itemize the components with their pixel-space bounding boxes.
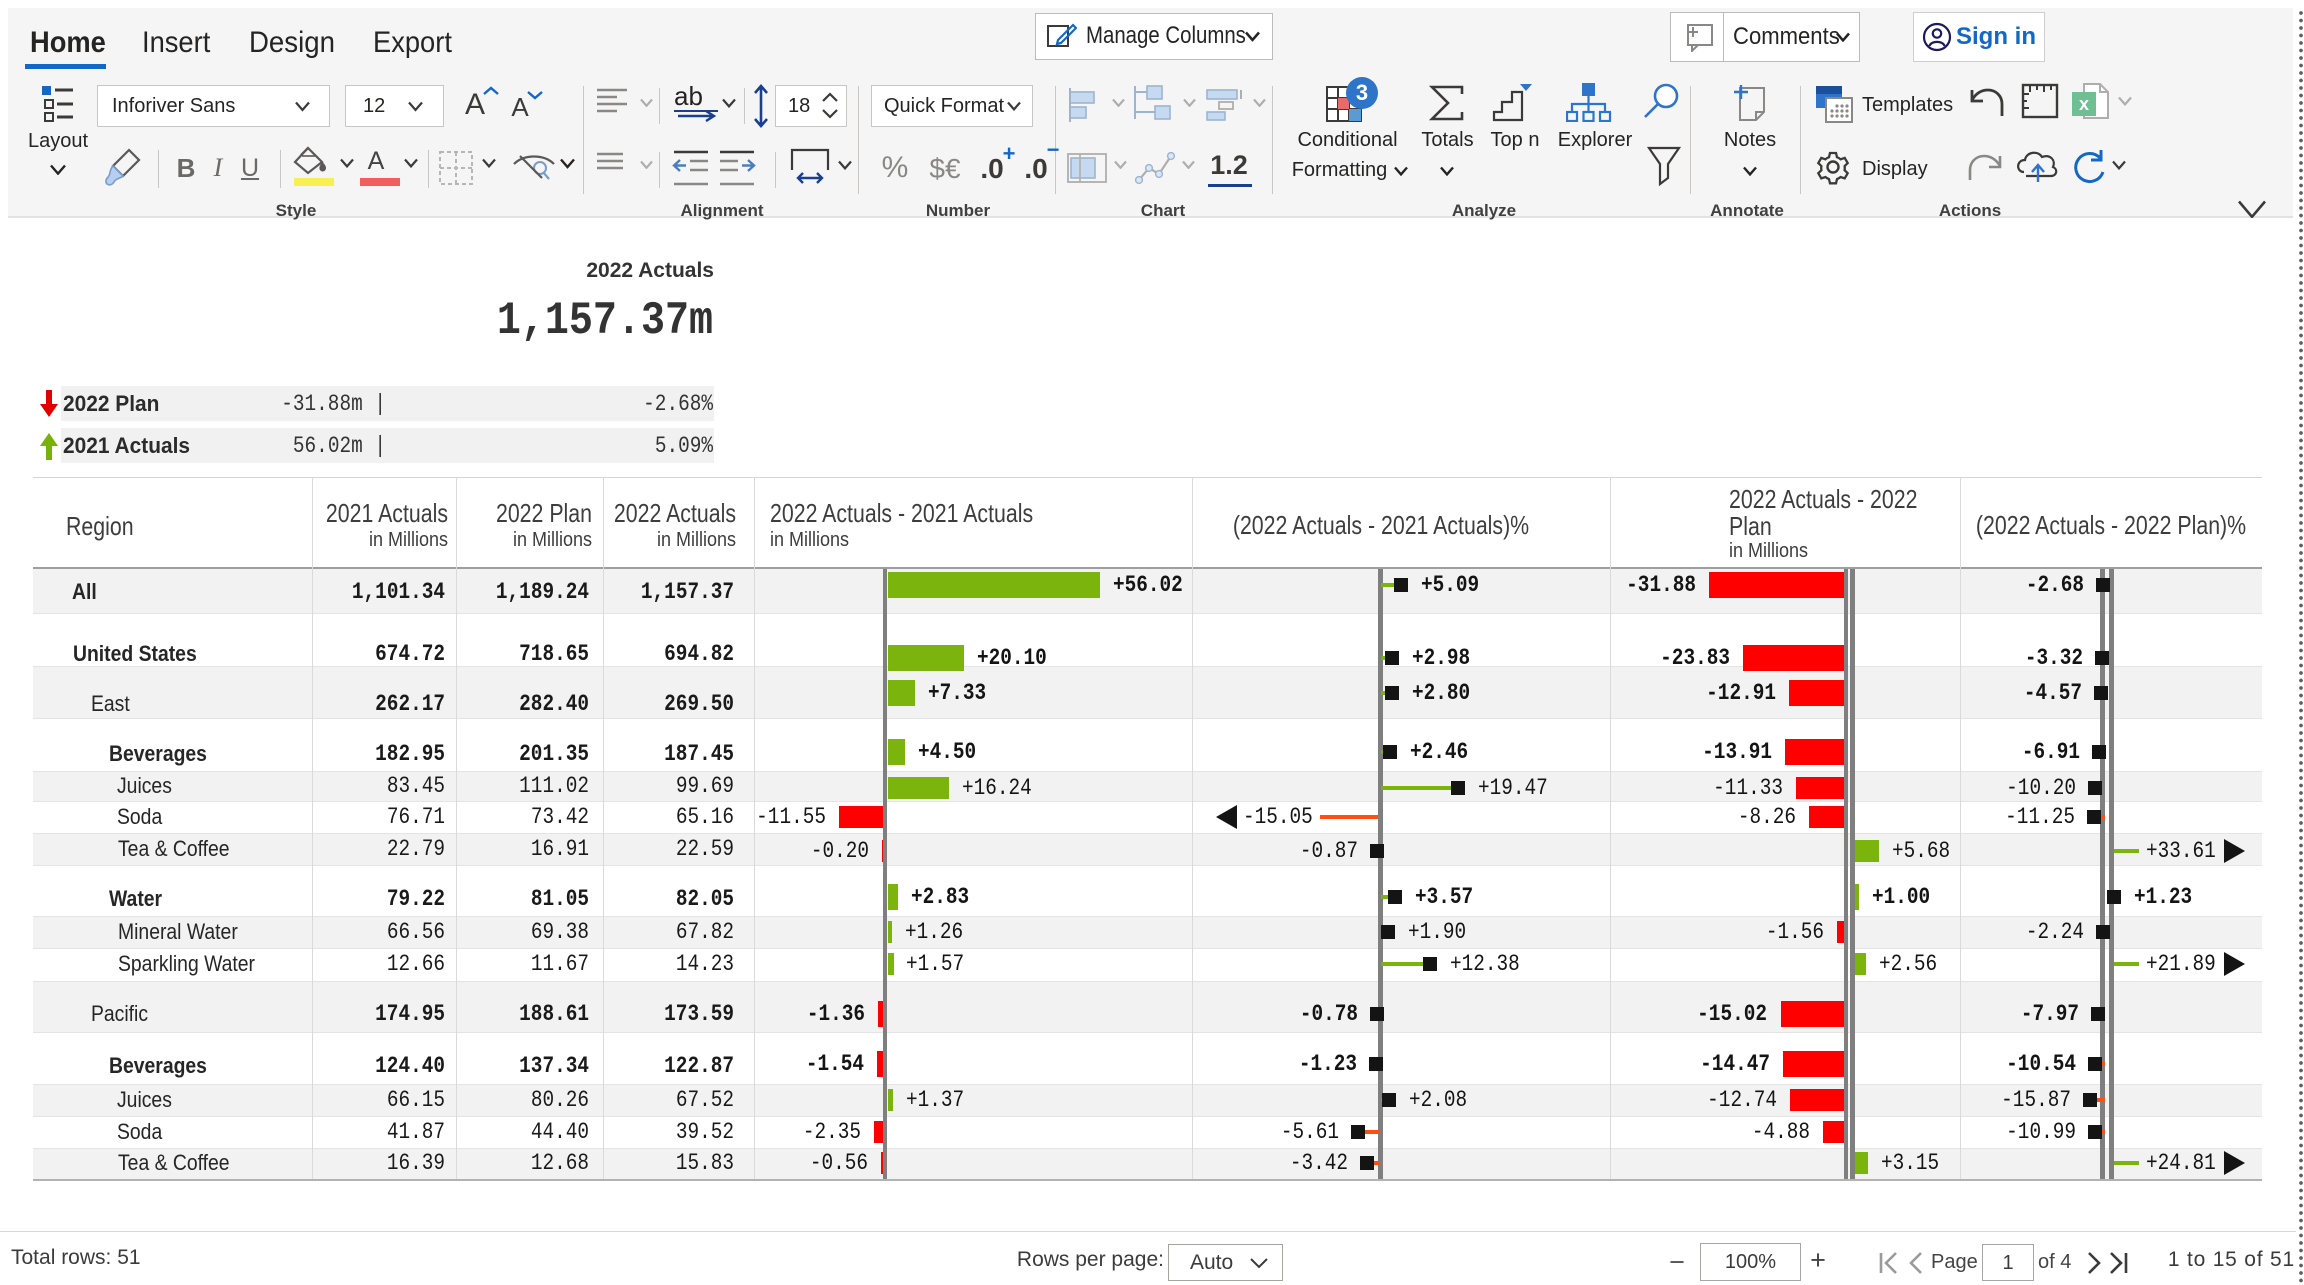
svg-text:3: 3 [1356,80,1368,105]
svg-text:x: x [2079,94,2089,114]
